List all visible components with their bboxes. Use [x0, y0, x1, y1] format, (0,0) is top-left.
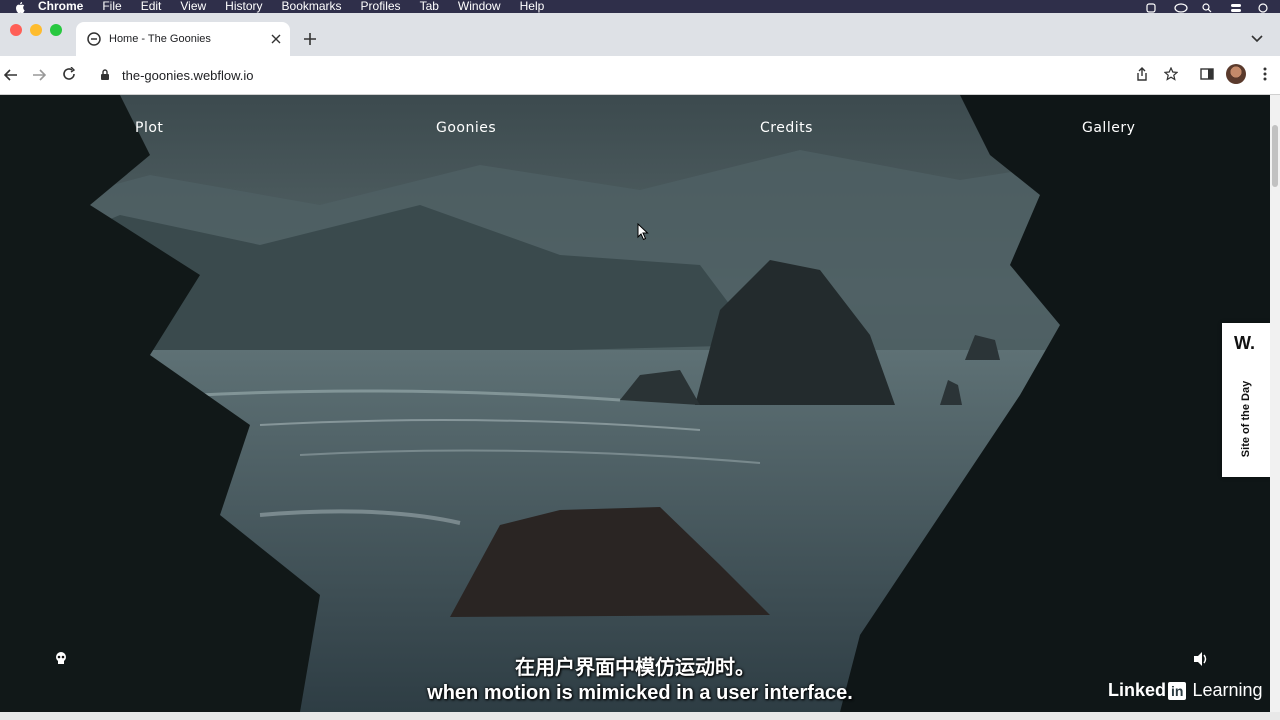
badge-label: Site of the Day [1240, 380, 1252, 458]
subtitle-chinese: 在用户界面中模仿运动时。 [515, 657, 755, 679]
window-close-button[interactable] [10, 24, 22, 36]
new-tab-icon[interactable] [302, 31, 318, 47]
nav-link-gallery[interactable]: Gallery [1082, 120, 1135, 136]
reload-icon[interactable] [60, 65, 78, 83]
hero-landscape-image [0, 95, 1270, 712]
bookmark-star-icon[interactable] [1162, 65, 1180, 83]
mouse-cursor-icon [637, 223, 649, 241]
nav-link-credits[interactable]: Credits [760, 120, 813, 136]
menu-edit[interactable]: Edit [141, 0, 162, 13]
url-text[interactable]: the-goonies.webflow.io [122, 68, 254, 83]
back-arrow-icon[interactable] [2, 66, 20, 84]
side-panel-icon[interactable] [1198, 65, 1216, 83]
watermark-brand: Linked [1108, 680, 1167, 700]
page-viewport: Plot Goonies Credits Gallery W. Site of … [0, 95, 1270, 712]
menu-window[interactable]: Window [458, 0, 501, 13]
close-tab-icon[interactable] [268, 31, 284, 47]
share-icon[interactable] [1133, 65, 1151, 83]
control-center-icon[interactable] [1230, 2, 1242, 12]
active-tab[interactable]: Home - The Goonies [76, 22, 290, 56]
menu-bookmarks[interactable]: Bookmarks [282, 0, 342, 13]
menu-app-name[interactable]: Chrome [38, 0, 83, 13]
forward-arrow-icon[interactable] [30, 66, 48, 84]
status-icons [1146, 0, 1270, 13]
watermark-suffix: Learning [1192, 680, 1263, 700]
menu-tab[interactable]: Tab [420, 0, 439, 13]
menu-view[interactable]: View [180, 0, 206, 13]
window-zoom-button[interactable] [50, 24, 62, 36]
site-of-the-day-badge[interactable]: W. Site of the Day [1222, 323, 1270, 477]
nav-link-plot[interactable]: Plot [135, 120, 163, 136]
subtitle-english: when motion is mimicked in a user interf… [427, 682, 853, 704]
profile-avatar[interactable] [1226, 64, 1246, 84]
linkedin-learning-watermark: Linked in Learning [1108, 680, 1263, 701]
apple-icon[interactable] [14, 1, 26, 13]
address-bar[interactable]: the-goonies.webflow.io [90, 61, 1120, 89]
spotlight-search-icon[interactable] [1202, 2, 1214, 12]
macos-menu-bar: Chrome File Edit View History Bookmarks … [0, 0, 1280, 13]
nav-link-goonies[interactable]: Goonies [436, 120, 496, 136]
figma-icon[interactable] [1146, 2, 1158, 13]
tab-search-chevron-icon[interactable] [1250, 32, 1264, 46]
lock-icon[interactable] [100, 69, 112, 81]
menu-file[interactable]: File [102, 0, 121, 13]
awwwards-logo: W. [1234, 333, 1255, 353]
creative-cloud-icon[interactable] [1174, 2, 1188, 13]
webflow-favicon-icon [87, 32, 101, 46]
horizontal-scrollbar [0, 712, 1280, 720]
menu-help[interactable]: Help [520, 0, 545, 13]
window-minimize-button[interactable] [30, 24, 42, 36]
more-menu-icon[interactable] [1256, 65, 1274, 83]
siri-icon[interactable] [1258, 2, 1270, 13]
watermark-in: in [1168, 681, 1187, 700]
tab-title: Home - The Goonies [109, 33, 211, 45]
menu-profiles[interactable]: Profiles [361, 0, 401, 13]
page-scrollbar[interactable] [1270, 95, 1280, 712]
scrollbar-thumb[interactable] [1272, 125, 1278, 187]
menu-history[interactable]: History [225, 0, 262, 13]
